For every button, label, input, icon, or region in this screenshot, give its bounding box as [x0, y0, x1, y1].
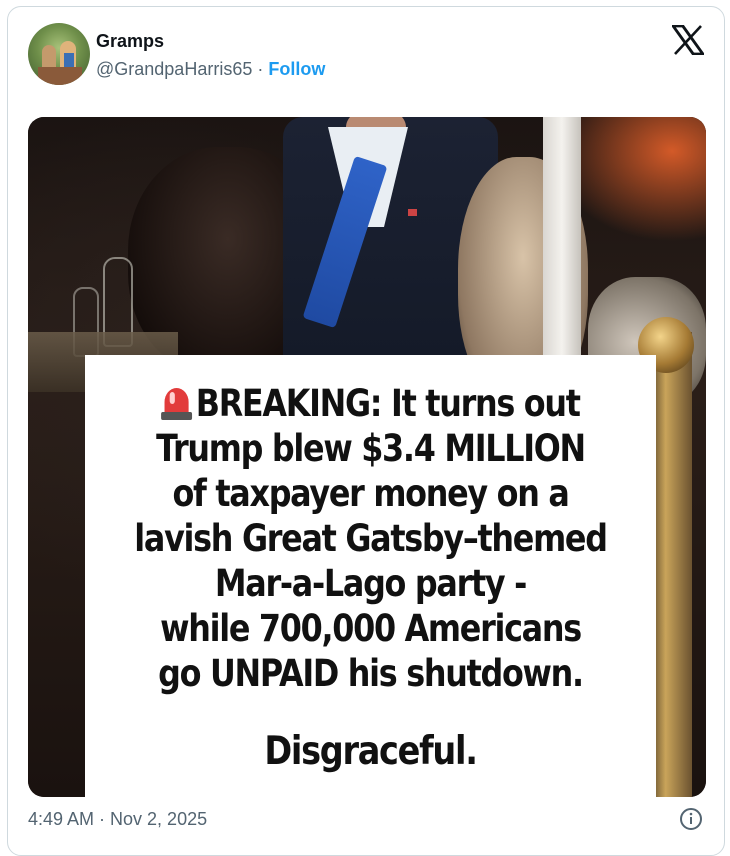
- caption-line: Trump blew $3.4 MILLION: [156, 427, 586, 470]
- info-circle-icon[interactable]: [679, 807, 703, 831]
- author-handle[interactable]: @GrandpaHarris65: [96, 59, 252, 79]
- caption-line: Mar-a-Lago party -: [214, 562, 527, 605]
- caption-line: lavish Great Gatsby–themed: [134, 517, 608, 560]
- author-display-name[interactable]: Gramps: [96, 31, 164, 52]
- caption-line: go UNPAID his shutdown.: [158, 652, 584, 695]
- caption-closing: Disgraceful.: [264, 729, 478, 774]
- author-handle-line: @GrandpaHarris65 · Follow: [96, 59, 325, 80]
- avatar[interactable]: [28, 23, 90, 85]
- police-siren-icon: [161, 382, 193, 422]
- tweet-footer: 4:49 AM · Nov 2, 2025: [28, 807, 718, 837]
- tweet-card: Gramps @GrandpaHarris65 · Follow BREAKIN…: [7, 6, 725, 856]
- caption-text: BREAKING: It turns out Trump blew $3.4 M…: [125, 381, 616, 696]
- caption-line: of taxpayer money on a: [172, 472, 569, 515]
- caption-line: BREAKING: It turns out: [125, 381, 616, 426]
- follow-button[interactable]: Follow: [268, 59, 325, 79]
- handle-separator: ·: [252, 59, 269, 79]
- tweet-header: Gramps @GrandpaHarris65 · Follow: [8, 7, 724, 107]
- tweet-image[interactable]: BREAKING: It turns out Trump blew $3.4 M…: [28, 117, 706, 797]
- x-logo-icon[interactable]: [672, 25, 704, 55]
- timestamp[interactable]: 4:49 AM · Nov 2, 2025: [28, 809, 207, 830]
- caption-line: while 700,000 Americans: [160, 607, 582, 650]
- caption-box: BREAKING: It turns out Trump blew $3.4 M…: [85, 355, 656, 797]
